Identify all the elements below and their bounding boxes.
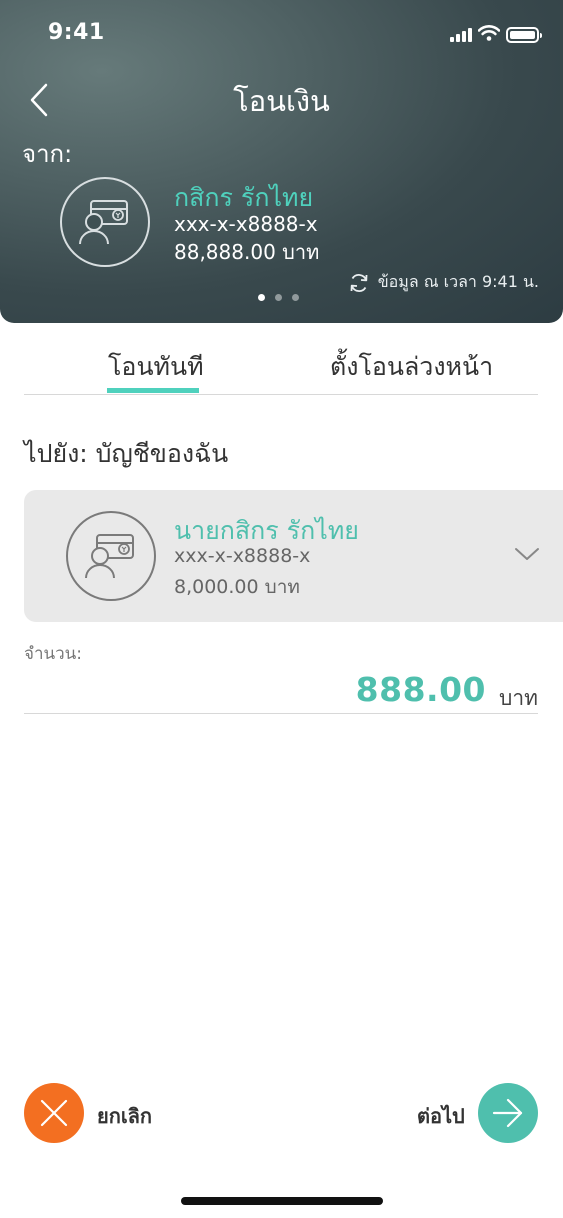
signal-icon bbox=[450, 28, 472, 42]
page-indicator bbox=[258, 294, 299, 301]
chevron-down-icon bbox=[515, 548, 539, 560]
refresh-time-text: ข้อมูล ณ เวลา 9:41 น. bbox=[377, 272, 539, 291]
tab-transfer-now[interactable]: โอนทันที bbox=[108, 347, 204, 387]
battery-icon bbox=[506, 27, 542, 43]
refresh-icon bbox=[350, 273, 368, 292]
amount-label: จำนวน: bbox=[24, 644, 83, 664]
arrow-right-icon bbox=[492, 1098, 523, 1128]
account-header: 9:41 โอนเงิน จาก: กสิกร รักไทย xxx-x-x88… bbox=[0, 0, 563, 323]
from-account-number: xxx-x-x8888-x bbox=[174, 212, 318, 236]
from-account-balance: 88,888.00 บาท bbox=[174, 240, 320, 264]
close-icon bbox=[40, 1099, 68, 1127]
page-dot bbox=[258, 294, 265, 301]
amount-value[interactable]: 888.00 bbox=[356, 670, 486, 709]
refresh-info[interactable]: ข้อมูล ณ เวลา 9:41 น. bbox=[348, 270, 539, 295]
to-account-selector[interactable]: นายกสิกร รักไทย xxx-x-x8888-x 8,000.00 บ… bbox=[24, 490, 563, 622]
status-time: 9:41 bbox=[48, 20, 105, 45]
tab-schedule-transfer[interactable]: ตั้งโอนล่วงหน้า bbox=[330, 347, 493, 387]
next-label[interactable]: ต่อไป bbox=[417, 1100, 465, 1132]
to-label: ไปยัง: บัญชีของฉัน bbox=[24, 439, 229, 468]
transfer-tabs: โอนทันที ตั้งโอนล่วงหน้า bbox=[24, 335, 538, 395]
active-tab-indicator bbox=[107, 388, 199, 393]
home-indicator bbox=[181, 1197, 383, 1205]
page-dot bbox=[275, 294, 282, 301]
cancel-label[interactable]: ยกเลิก bbox=[97, 1100, 152, 1132]
next-button[interactable] bbox=[478, 1083, 538, 1143]
amount-unit: บาท bbox=[499, 686, 538, 710]
cancel-button[interactable] bbox=[24, 1083, 84, 1143]
status-icons bbox=[450, 25, 542, 45]
account-icon bbox=[60, 177, 150, 267]
page-title: โอนเงิน bbox=[233, 84, 330, 118]
to-account-number: xxx-x-x8888-x bbox=[174, 545, 311, 567]
to-account-balance: 8,000.00 บาท bbox=[174, 576, 300, 598]
from-label: จาก: bbox=[22, 140, 73, 168]
page-dot bbox=[292, 294, 299, 301]
amount-field[interactable]: 888.00 บาท bbox=[24, 664, 538, 714]
wifi-icon bbox=[477, 25, 501, 45]
account-icon bbox=[66, 511, 156, 601]
